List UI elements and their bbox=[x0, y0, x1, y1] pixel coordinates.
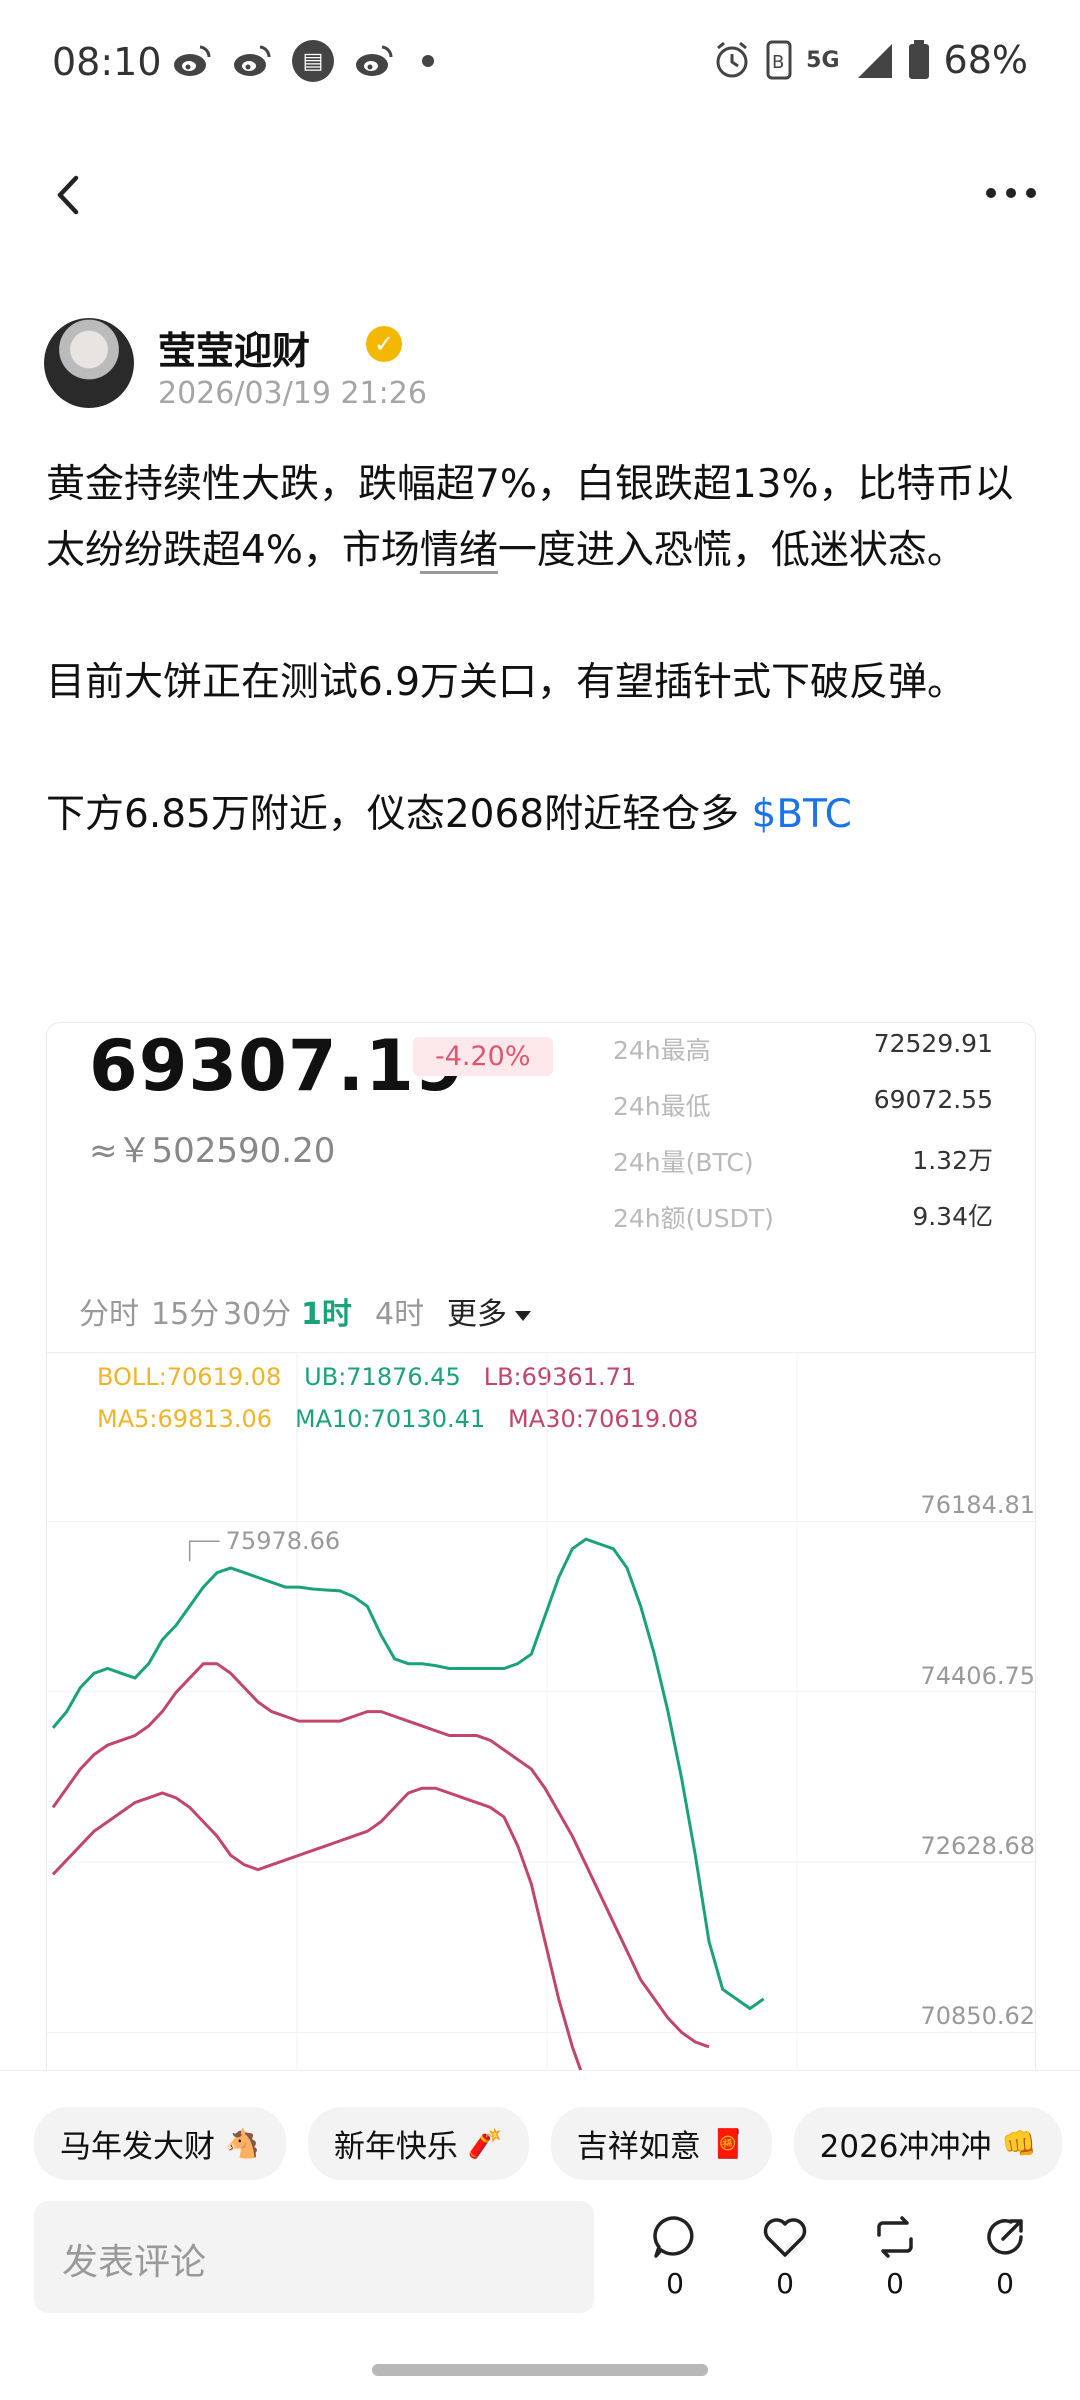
price-change-badge: -4.20% bbox=[413, 1037, 553, 1076]
avatar[interactable] bbox=[44, 318, 134, 408]
last-price: 69307.19 bbox=[89, 1025, 465, 1107]
signal-icon bbox=[857, 44, 892, 78]
comment-icon bbox=[653, 2216, 694, 2258]
battery-icon bbox=[908, 40, 929, 79]
comment-placeholder: 发表评论 bbox=[62, 2242, 207, 2283]
fist-icon: 👊 bbox=[1001, 2127, 1037, 2160]
status-time: 08:10 bbox=[52, 40, 162, 84]
status-bar: 08:10 ▤ B 5G 68% bbox=[0, 0, 1080, 130]
stats-panel: 24h最高 72529.91 24h最低 69072.55 24h量(BTC) 1.3… bbox=[613, 1023, 993, 1247]
verified-badge-icon: ✓ bbox=[366, 326, 402, 362]
tab-more-label: 更多 bbox=[447, 1297, 507, 1332]
y-tick-label: 76184.81 bbox=[920, 1491, 1035, 1520]
y-tick-label: 72628.68 bbox=[920, 1832, 1035, 1861]
market-card[interactable]: 69307.19 -4.20% ≈￥502590.20 24h最高 72529.9… bbox=[46, 1022, 1036, 2082]
y-tick-label: 74406.75 bbox=[920, 1661, 1035, 1690]
stat-row: 24h量(BTC) 1.32万 bbox=[613, 1135, 993, 1191]
more-dots-icon[interactable] bbox=[986, 178, 1042, 208]
post-paragraph: 下方6.85万附近，仪态2068附近轻仓多 $BTC bbox=[46, 782, 1036, 848]
horse-icon: 🐴 bbox=[225, 2127, 260, 2160]
stat-row: 24h最低 69072.55 bbox=[613, 1079, 993, 1135]
nfc-icon: B bbox=[766, 40, 792, 80]
stat-label: 24h额(USDT) bbox=[613, 1204, 774, 1233]
tab-30m[interactable]: 30分 bbox=[223, 1289, 291, 1333]
tab-4h[interactable]: 4时 bbox=[375, 1289, 424, 1333]
like-count: 0 bbox=[776, 2267, 794, 2300]
comment-count: 0 bbox=[666, 2267, 684, 2300]
repost-count: 0 bbox=[886, 2267, 904, 2300]
chip-label: 吉祥如意 bbox=[576, 2129, 701, 2165]
kline-chart[interactable] bbox=[47, 1353, 1036, 2082]
stat-value: 1.32万 bbox=[912, 1146, 993, 1175]
stat-row: 24h额(USDT) 9.34亿 bbox=[613, 1191, 993, 1247]
comment-button[interactable]: 0 bbox=[640, 2213, 710, 2300]
weibo-icon bbox=[234, 45, 271, 76]
network-type: 5G bbox=[806, 47, 840, 73]
stat-value: 72529.91 bbox=[873, 1029, 993, 1058]
tab-more[interactable]: 更多 bbox=[447, 1289, 531, 1333]
red-envelope-icon: 🧧 bbox=[710, 2127, 746, 2160]
series-line-ub bbox=[51, 1537, 765, 2011]
weibo-icon bbox=[356, 45, 393, 76]
post-paragraph: 黄金持续性大跌，跌幅超7%，白银跌超13%，比特币以太纷纷跌超4%，市场情绪一度… bbox=[46, 452, 1036, 584]
author-name[interactable]: 莹莹迎财 bbox=[158, 320, 310, 375]
high-marker-label: 75978.66 bbox=[225, 1527, 341, 1556]
stat-row: 24h最高 72529.91 bbox=[613, 1023, 993, 1079]
like-button[interactable]: 0 bbox=[750, 2213, 820, 2300]
post-time: 2026/03/19 21:26 bbox=[158, 376, 427, 411]
price-cny: ≈￥502590.20 bbox=[89, 1131, 336, 1171]
chevron-left-icon[interactable] bbox=[44, 170, 94, 220]
tab-fenshi[interactable]: 分时 bbox=[79, 1289, 139, 1333]
post-paragraph: 目前大饼正在测试6.9万关口，有望插针式下破反弹。 bbox=[46, 660, 967, 705]
caret-down-icon bbox=[515, 1310, 531, 1321]
author-header: 莹莹迎财 ✓ 2026/03/19 21:26 bbox=[44, 318, 1044, 418]
series-line-lb bbox=[51, 1786, 587, 2081]
share-icon bbox=[987, 2219, 1023, 2255]
stat-value: 69072.55 bbox=[873, 1085, 993, 1114]
tab-1h[interactable]: 1时 bbox=[301, 1289, 352, 1333]
share-button[interactable]: 0 bbox=[970, 2213, 1040, 2300]
chip-4[interactable]: 2026冲冲冲 👊 bbox=[793, 2107, 1063, 2180]
chip-2[interactable]: 新年快乐 🧨 bbox=[307, 2107, 529, 2180]
bottom-bar: 马年发大财 🐴 新年快乐 🧨 吉祥如意 🧧 2026冲冲冲 👊 发表评论 0 0 0 0 bbox=[0, 2070, 1080, 2400]
top-nav bbox=[0, 150, 1080, 240]
heart-icon bbox=[763, 2218, 807, 2257]
battery-percent: 68% bbox=[943, 38, 1028, 82]
post-body: 黄金持续性大跌，跌幅超7%，白银跌超13%，比特币以太纷纷跌超4%，市场情绪一度… bbox=[46, 452, 1036, 848]
repost-icon bbox=[877, 2216, 913, 2258]
calendar-icon: ▤ bbox=[292, 40, 334, 82]
notification-dot bbox=[422, 55, 434, 67]
share-count: 0 bbox=[996, 2267, 1014, 2300]
series-line-boll bbox=[51, 1662, 710, 2049]
repost-button[interactable]: 0 bbox=[860, 2213, 930, 2300]
post-text-segment: 下方6.85万附近，仪态2068附近轻仓多 bbox=[46, 792, 752, 837]
comment-input[interactable]: 发表评论 bbox=[34, 2201, 594, 2313]
tab-15m[interactable]: 15分 bbox=[151, 1289, 219, 1333]
system-icons: B 5G 68% bbox=[712, 38, 1028, 82]
timeframe-tabs: 分时 15分 30分 1时 4时 更多 bbox=[47, 1273, 1035, 1353]
stat-label: 24h最低 bbox=[613, 1092, 711, 1121]
stat-value: 9.34亿 bbox=[912, 1202, 993, 1231]
firecracker-icon: 🧨 bbox=[467, 2127, 503, 2160]
chip-label: 新年快乐 bbox=[333, 2129, 458, 2165]
stat-label: 24h量(BTC) bbox=[613, 1148, 754, 1177]
ticker-link[interactable]: $BTC bbox=[752, 792, 852, 837]
chip-1[interactable]: 马年发大财 🐴 bbox=[34, 2107, 286, 2180]
notification-icons: ▤ bbox=[172, 40, 434, 82]
high-marker-line bbox=[188, 1540, 220, 1562]
y-tick-label: 70850.62 bbox=[920, 2002, 1035, 2031]
home-indicator[interactable] bbox=[372, 2364, 708, 2376]
weibo-icon bbox=[174, 45, 211, 76]
chip-3[interactable]: 吉祥如意 🧧 bbox=[550, 2107, 772, 2180]
stat-label: 24h最高 bbox=[613, 1036, 711, 1065]
alarm-icon bbox=[716, 41, 748, 78]
svg-text:B: B bbox=[772, 52, 784, 73]
post-text-underlined: 情绪 bbox=[419, 528, 498, 573]
post-text-segment: 一度进入恐慌，低迷状态。 bbox=[497, 528, 966, 573]
chip-label: 马年发大财 bbox=[60, 2129, 215, 2165]
quick-reply-chips: 马年发大财 🐴 新年快乐 🧨 吉祥如意 🧧 2026冲冲冲 👊 bbox=[34, 2107, 1063, 2180]
action-bar: 0 0 0 0 bbox=[640, 2213, 1060, 2323]
chip-label: 2026冲冲冲 bbox=[819, 2129, 992, 2165]
